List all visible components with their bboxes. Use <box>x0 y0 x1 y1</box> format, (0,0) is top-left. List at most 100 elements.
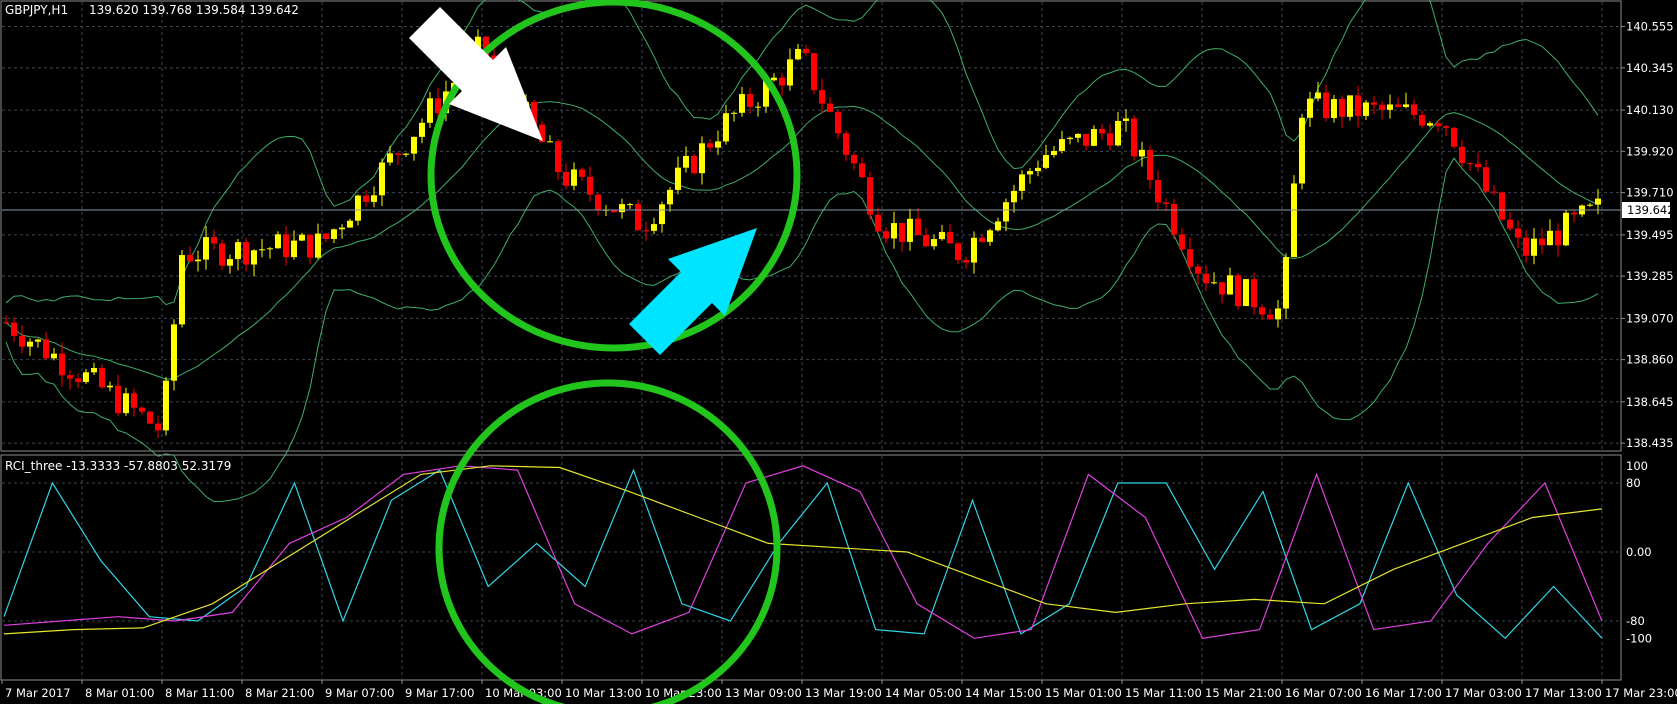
candle-bull <box>1035 167 1041 172</box>
candle-bear <box>691 155 697 174</box>
candle-bull <box>1563 212 1569 246</box>
candle-bear <box>851 154 857 164</box>
candle-bull <box>1123 118 1129 121</box>
candle-bear <box>1555 230 1561 246</box>
candle-bear <box>1219 282 1225 295</box>
candle-bear <box>643 230 649 232</box>
candle-bull <box>1019 174 1025 191</box>
candle-bear <box>1459 146 1465 164</box>
candle-bull <box>203 237 209 260</box>
candle-bull <box>195 259 201 262</box>
time-label: 9 Mar 07:00 <box>325 686 394 700</box>
candle-bull <box>83 372 89 382</box>
candle-bull <box>291 240 297 258</box>
candle-bull <box>1347 95 1353 117</box>
candle-bull <box>403 153 409 155</box>
candle-bear <box>747 94 753 107</box>
candle-bull <box>1403 104 1409 108</box>
candle-bull <box>1387 104 1393 110</box>
candle-bear <box>219 243 225 266</box>
candle-bear <box>1499 192 1505 220</box>
candle-bear <box>1267 314 1273 320</box>
symbol-label: GBPJPY,H1 <box>5 3 68 17</box>
candle-bull <box>427 98 433 123</box>
candle-bear <box>1083 133 1089 146</box>
candle-bull <box>91 367 97 373</box>
ohlc-label: 139.620 139.768 139.584 139.642 <box>89 3 299 17</box>
chart-background <box>0 0 1677 704</box>
candle-bear <box>1443 126 1449 128</box>
time-label: 17 Mar 03:00 <box>1445 686 1522 700</box>
candle-bear <box>211 237 217 244</box>
candle-bull <box>571 169 577 186</box>
candle-bear <box>75 378 81 382</box>
candle-bear <box>843 133 849 155</box>
candle-bear <box>579 169 585 177</box>
candle-bull <box>1315 92 1321 99</box>
candle-bear <box>1179 234 1185 250</box>
candle-bear <box>955 243 961 261</box>
candle-bull <box>1227 275 1233 295</box>
candle-bull <box>379 162 385 196</box>
candle-bear <box>323 233 329 239</box>
candle-bull <box>275 234 281 249</box>
candle-bull <box>371 195 377 202</box>
candle-bull <box>251 250 257 265</box>
time-label: 15 Mar 01:00 <box>1045 686 1122 700</box>
candle-bear <box>875 214 881 232</box>
time-label: 9 Mar 17:00 <box>405 686 474 700</box>
candle-bull <box>771 77 777 81</box>
candle-bull <box>1059 139 1065 151</box>
price-tick-label: 140.130 <box>1626 103 1674 117</box>
candle-bull <box>387 153 393 163</box>
time-label: 8 Mar 01:00 <box>85 686 154 700</box>
candle-bull <box>931 239 937 247</box>
chart-window[interactable]: 140.555 140.345 140.130 139.920 139.710 139.4… <box>0 0 1677 704</box>
candle-bull <box>939 232 945 240</box>
candle-bear <box>1259 307 1265 315</box>
candle-bear <box>947 232 953 244</box>
candle-bear <box>1483 167 1489 192</box>
time-label: 14 Mar 15:00 <box>965 686 1042 700</box>
candle-bull <box>1427 123 1433 126</box>
candle-bear <box>827 103 833 112</box>
candle-bull <box>1067 137 1073 140</box>
candle-bear <box>1523 237 1529 256</box>
candle-bear <box>1507 219 1513 229</box>
candle-bull <box>51 353 57 359</box>
candle-bear <box>187 255 193 262</box>
candle-bull <box>1291 183 1297 258</box>
current-price-label: 139.642 <box>1627 203 1675 217</box>
candle-bear <box>803 49 809 54</box>
candle-bear <box>635 204 641 231</box>
candle-bear <box>835 111 841 134</box>
candle-bear <box>1147 149 1153 181</box>
candle-bear <box>3 322 9 324</box>
candle-bear <box>11 322 17 336</box>
rci-indicator-label: RCI_three -13.3333 -57.8803 52.3179 <box>5 459 231 473</box>
candle-bear <box>1323 92 1329 119</box>
candle-bull <box>171 324 177 381</box>
candle-bull <box>715 141 721 148</box>
candle-bull <box>1275 308 1281 320</box>
price-tick-label: 138.860 <box>1626 353 1674 367</box>
candle-bull <box>651 224 657 231</box>
candle-bull <box>1075 133 1081 138</box>
candle-bull <box>699 143 705 174</box>
candle-bear <box>59 353 65 376</box>
time-label: 8 Mar 11:00 <box>165 686 234 700</box>
candle-bear <box>1099 129 1105 134</box>
price-tick-label: 138.645 <box>1626 395 1674 409</box>
candle-bull <box>1595 198 1601 205</box>
candle-bear <box>915 218 921 236</box>
candle-bear <box>707 143 713 148</box>
candle-bear <box>1339 99 1345 117</box>
candle-bear <box>1379 104 1385 110</box>
candle-bear <box>595 194 601 211</box>
candle-bull <box>739 94 745 113</box>
candle-bull <box>731 112 737 114</box>
candle-bear <box>1475 163 1481 168</box>
candle-bull <box>419 122 425 137</box>
rci-level-label: -100 <box>1626 631 1652 645</box>
candle-bear <box>19 335 25 347</box>
